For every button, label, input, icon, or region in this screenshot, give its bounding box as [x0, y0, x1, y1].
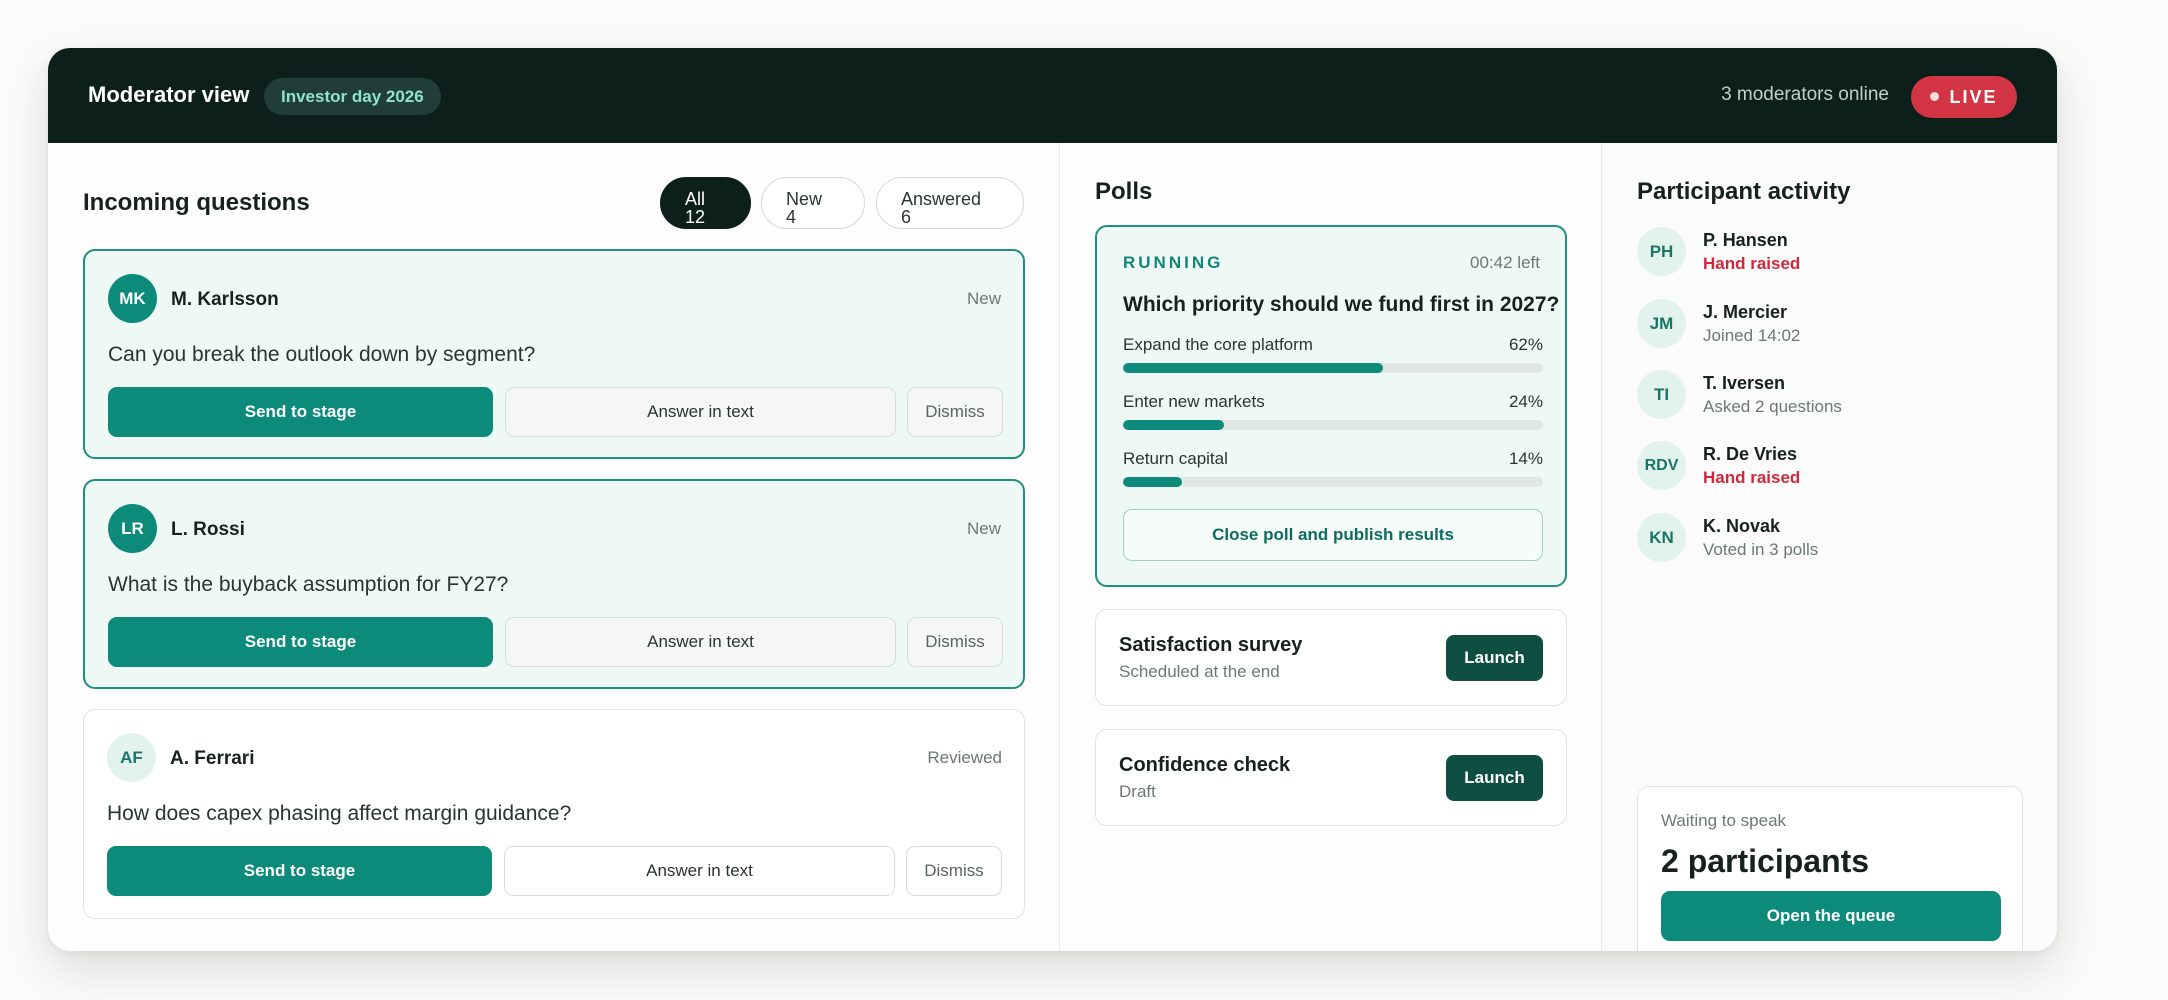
page-title: Moderator view — [88, 82, 250, 107]
participant-name: J. Mercier — [1703, 302, 1788, 322]
participant-status: Asked 2 questions — [1703, 397, 1842, 416]
filter-count: 6 — [901, 207, 912, 227]
avatar: AF — [107, 733, 156, 782]
question-text: What is the buyback assumption for FY27? — [108, 573, 509, 596]
poll-title: Satisfaction survey — [1119, 634, 1303, 656]
poll-title: Confidence check — [1119, 754, 1291, 776]
question-text: How does capex phasing affect margin gui… — [107, 802, 572, 825]
participant-activity-panel: Participant activity PH P. Hansen Hand r… — [1601, 143, 2057, 951]
incoming-questions-panel: Incoming questions All 12 New 4 Answered… — [48, 143, 1059, 951]
poll-option-bar — [1123, 420, 1543, 430]
live-dot-icon — [1930, 91, 1940, 101]
close-poll-button[interactable]: Close poll and publish results — [1123, 509, 1543, 561]
poll-time-left: 00:42 left — [1470, 253, 1540, 272]
polls-title: Polls — [1095, 178, 1153, 205]
participant-name: R. De Vries — [1703, 444, 1798, 464]
poll-option-percent: 62% — [1508, 335, 1543, 354]
live-badge: LIVE — [1911, 76, 2017, 118]
avatar: KN — [1637, 513, 1686, 562]
participant-name: T. Iversen — [1703, 373, 1786, 393]
avatar: PH — [1637, 227, 1686, 276]
live-label: LIVE — [1949, 87, 1998, 107]
participant-row: KN K. Novak Voted in 3 polls — [1637, 513, 2037, 573]
poll-option-percent: 24% — [1508, 392, 1543, 411]
answer-in-text-button[interactable]: Answer in text — [505, 387, 896, 437]
filter-count: 12 — [685, 207, 706, 227]
avatar: RDV — [1637, 441, 1686, 490]
send-to-stage-button[interactable]: Send to stage — [108, 617, 493, 667]
participant-name: P. Hansen — [1703, 230, 1788, 250]
poll-option-fill — [1123, 420, 1224, 430]
participant-status: Voted in 3 polls — [1703, 540, 1819, 559]
answer-in-text-button[interactable]: Answer in text — [505, 617, 896, 667]
poll-option-percent: 14% — [1508, 449, 1543, 468]
waiting-count: 2 participants — [1661, 843, 1870, 879]
participant-status: Hand raised — [1703, 468, 1801, 487]
dismiss-button[interactable]: Dismiss — [907, 617, 1003, 667]
question-status: Reviewed — [927, 748, 1002, 767]
top-bar: Moderator view Investor day 2026 3 moder… — [48, 48, 2057, 143]
filter-label: New — [786, 189, 823, 209]
question-card: AF A. Ferrari Reviewed How does capex ph… — [83, 709, 1025, 919]
asker-name: M. Karlsson — [171, 289, 279, 310]
participant-row: TI T. Iversen Asked 2 questions — [1637, 370, 2037, 430]
question-card: LR L. Rossi New What is the buyback assu… — [83, 479, 1025, 689]
polls-panel: Polls RUNNING 00:42 left Which priority … — [1059, 143, 1601, 951]
participant-name: K. Novak — [1703, 516, 1781, 536]
avatar: JM — [1637, 299, 1686, 348]
participant-row: JM J. Mercier Joined 14:02 — [1637, 299, 2037, 359]
dismiss-button[interactable]: Dismiss — [907, 387, 1003, 437]
filter-answered[interactable]: Answered 6 — [876, 177, 1024, 229]
poll-option-label: Enter new markets — [1123, 392, 1265, 411]
answer-in-text-button[interactable]: Answer in text — [504, 846, 895, 896]
running-poll-card: RUNNING 00:42 left Which priority should… — [1095, 225, 1567, 587]
incoming-questions-title: Incoming questions — [83, 189, 310, 216]
avatar: MK — [108, 274, 157, 323]
poll-question: Which priority should we fund first in 2… — [1123, 293, 1560, 316]
waiting-to-speak-card: Waiting to speak 2 participants Open the… — [1637, 786, 2023, 951]
participant-activity-title: Participant activity — [1637, 178, 1851, 205]
question-text: Can you break the outlook down by segmen… — [108, 343, 536, 366]
event-badge: Investor day 2026 — [264, 78, 441, 115]
question-status: New — [966, 289, 1001, 308]
send-to-stage-button[interactable]: Send to stage — [107, 846, 492, 896]
poll-subtitle: Draft — [1119, 782, 1156, 801]
dismiss-button[interactable]: Dismiss — [906, 846, 1002, 896]
filter-label: Answered — [901, 189, 982, 209]
asker-name: A. Ferrari — [170, 748, 255, 769]
filter-new[interactable]: New 4 — [761, 177, 865, 229]
moderator-app: Moderator view Investor day 2026 3 moder… — [48, 48, 2057, 951]
participant-status: Hand raised — [1703, 254, 1801, 273]
poll-card: Satisfaction survey Scheduled at the end… — [1095, 609, 1567, 706]
moderators-online-text: 3 moderators online — [1721, 84, 1889, 105]
filter-count: 4 — [786, 207, 797, 227]
participant-row: RDV R. De Vries Hand raised — [1637, 441, 2037, 501]
poll-option-fill — [1123, 363, 1384, 373]
filter-all[interactable]: All 12 — [660, 177, 751, 229]
question-card: MK M. Karlsson New Can you break the out… — [83, 249, 1025, 459]
poll-option-bar — [1123, 363, 1543, 373]
launch-button[interactable]: Launch — [1446, 755, 1543, 801]
participant-status: Joined 14:02 — [1703, 326, 1801, 345]
filter-label: All — [685, 189, 706, 209]
participant-row: PH P. Hansen Hand raised — [1637, 227, 2037, 287]
launch-button[interactable]: Launch — [1446, 635, 1543, 681]
poll-option-fill — [1123, 477, 1182, 487]
poll-option-label: Return capital — [1123, 449, 1228, 468]
poll-subtitle: Scheduled at the end — [1119, 662, 1280, 681]
poll-card: Confidence check Draft Launch — [1095, 729, 1567, 826]
poll-option-bar — [1123, 477, 1543, 487]
avatar: LR — [108, 504, 157, 553]
waiting-label: Waiting to speak — [1661, 811, 1787, 830]
send-to-stage-button[interactable]: Send to stage — [108, 387, 493, 437]
avatar: TI — [1637, 370, 1686, 419]
question-status: New — [966, 519, 1001, 538]
open-queue-button[interactable]: Open the queue — [1661, 891, 2001, 941]
poll-status: RUNNING — [1123, 253, 1224, 272]
poll-option-label: Expand the core platform — [1123, 335, 1313, 354]
asker-name: L. Rossi — [171, 519, 245, 540]
